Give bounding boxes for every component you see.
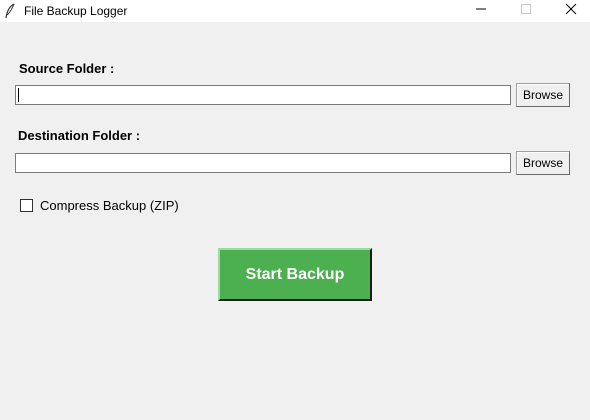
compress-label: Compress Backup (ZIP) — [40, 198, 179, 213]
compress-option[interactable]: Compress Backup (ZIP) — [20, 198, 179, 213]
maximize-button[interactable] — [503, 0, 549, 22]
destination-browse-button[interactable]: Browse — [516, 151, 570, 175]
text-cursor — [18, 88, 19, 102]
source-folder-label: Source Folder : — [19, 61, 115, 76]
window-title: File Backup Logger — [24, 4, 128, 18]
feather-icon — [4, 3, 16, 19]
destination-folder-label: Destination Folder : — [18, 128, 141, 143]
close-button[interactable] — [548, 0, 590, 22]
close-icon — [565, 2, 577, 20]
destination-folder-input[interactable] — [15, 153, 511, 173]
minimize-icon — [475, 2, 487, 20]
source-browse-button[interactable]: Browse — [516, 83, 570, 107]
start-backup-button[interactable]: Start Backup — [218, 248, 372, 301]
maximize-icon — [520, 2, 532, 20]
compress-checkbox[interactable] — [20, 199, 33, 212]
source-folder-input[interactable] — [15, 85, 511, 105]
minimize-button[interactable] — [458, 0, 504, 22]
title-bar: File Backup Logger — [0, 0, 590, 22]
